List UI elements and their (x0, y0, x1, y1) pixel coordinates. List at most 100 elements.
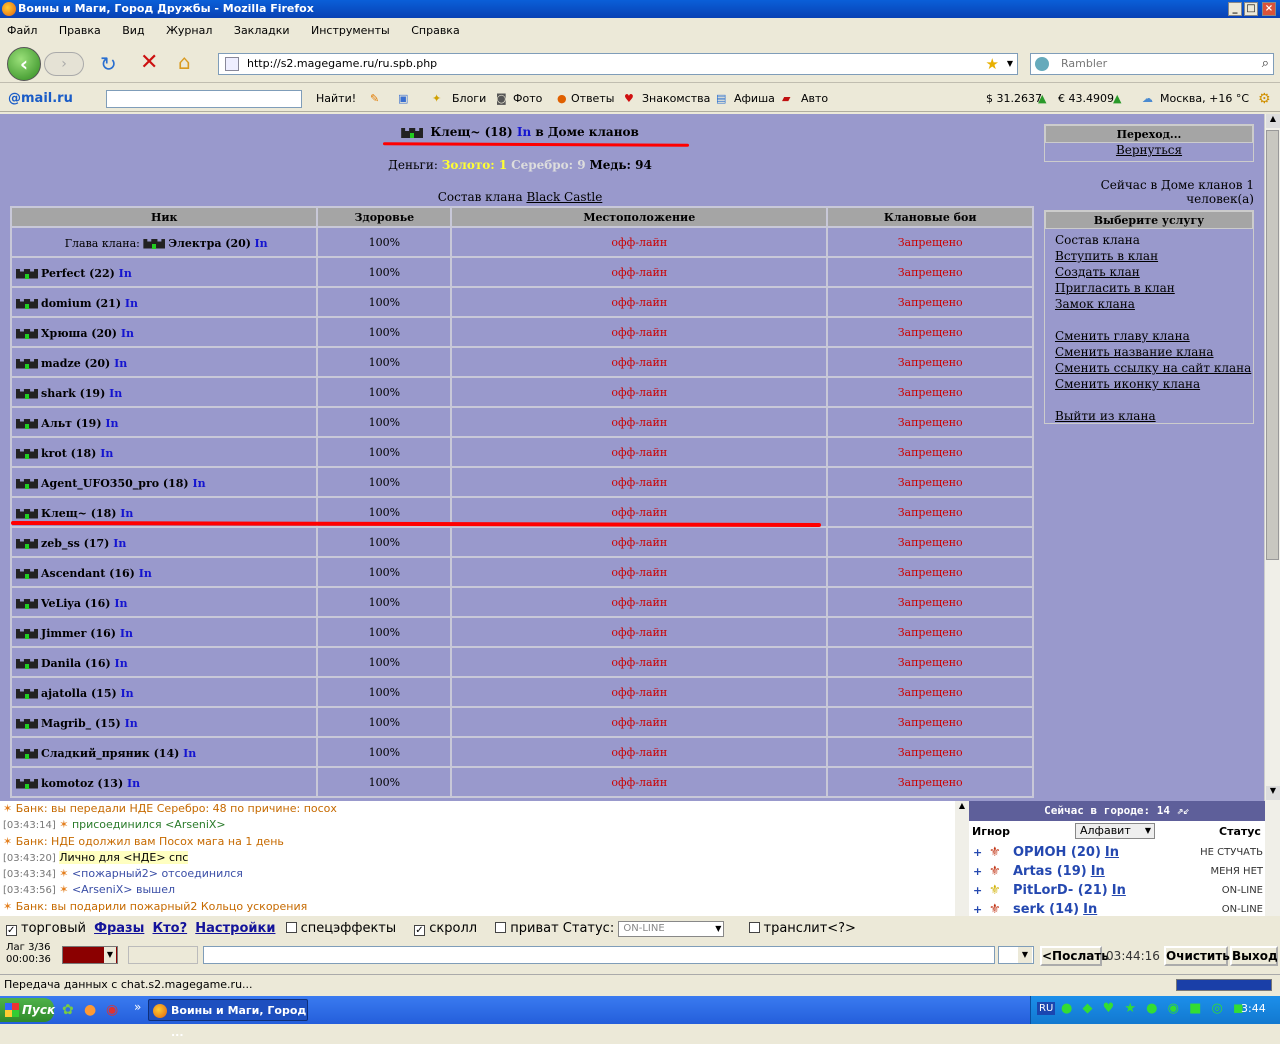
language-indicator[interactable]: RU (1037, 1002, 1056, 1015)
online-user-name[interactable]: PitLorD- (21) (1013, 883, 1108, 898)
chat-scroll-up-icon[interactable]: ▲ (955, 801, 969, 810)
back-link[interactable]: Вернуться (1045, 143, 1253, 157)
add-user-icon[interactable]: + (973, 843, 982, 862)
service-link[interactable]: Выйти из клана (1055, 408, 1253, 424)
menu-bookmarks[interactable]: Закладки (234, 24, 290, 37)
tray-icons[interactable]: ● ◆ ♥ ★ ● ◉ ■ ◎ ◼ (1061, 1001, 1247, 1016)
member-name[interactable]: Клещ~ (18) (41, 507, 116, 520)
member-info-link[interactable]: In (100, 447, 113, 460)
maximize-button[interactable]: □ (1244, 2, 1258, 16)
member-name[interactable]: madze (20) (41, 357, 110, 370)
scroll-thumb[interactable] (1266, 130, 1279, 560)
minimize-button[interactable]: _ (1228, 2, 1242, 16)
search-icon[interactable]: ⌕ (1262, 54, 1269, 74)
url-dropdown-icon[interactable]: ▼ (1007, 54, 1013, 74)
online-user-name[interactable]: serk (14) (1013, 902, 1079, 917)
link-dating[interactable]: Знакомства (642, 86, 710, 112)
quicklaunch-icon-1[interactable]: ✿ (62, 1002, 74, 1018)
chat-text[interactable]: Банк: вы подарили пожарный2 Кольцо ускор… (16, 900, 308, 913)
menu-tools[interactable]: Инструменты (311, 24, 390, 37)
add-user-icon[interactable]: + (973, 881, 982, 900)
close-button[interactable]: × (1262, 2, 1276, 16)
chat-text[interactable]: <ArseniX> вышел (72, 883, 175, 896)
member-name[interactable]: krot (18) (41, 447, 96, 460)
member-info-link[interactable]: In (114, 597, 127, 610)
exit-button[interactable]: Выход (1230, 946, 1278, 966)
mailru-search-input[interactable] (106, 90, 302, 108)
link-afisha[interactable]: Афиша (734, 86, 775, 112)
member-name[interactable]: VeLiya (16) (41, 597, 111, 610)
service-link[interactable]: Состав клана (1055, 232, 1253, 248)
add-user-icon[interactable]: + (973, 862, 982, 881)
phrases-link[interactable]: Фразы (94, 921, 144, 936)
service-link[interactable]: Замок клана (1055, 296, 1253, 312)
online-user-info-link[interactable]: In (1105, 845, 1119, 860)
online-user-info-link[interactable]: In (1091, 864, 1105, 879)
menu-help[interactable]: Справка (411, 24, 459, 37)
online-user-info-link[interactable]: In (1083, 902, 1097, 917)
eur-rate[interactable]: € 43.4909 (1058, 86, 1114, 112)
clear-button[interactable]: Очистить (1164, 946, 1230, 966)
page-scrollbar[interactable]: ▲ ▼ (1264, 114, 1280, 801)
member-name[interactable]: shark (19) (41, 387, 105, 400)
scroll-checkbox[interactable]: ✓ (414, 925, 426, 936)
who-link[interactable]: Кто? (153, 921, 188, 936)
member-name[interactable]: domium (21) (41, 297, 121, 310)
color-picker[interactable]: ▼ (62, 946, 118, 964)
clan-name-link[interactable]: Black Castle (526, 190, 602, 204)
member-name[interactable]: Magrib_ (15) (41, 717, 121, 730)
service-link[interactable]: Сменить название клана (1055, 344, 1253, 360)
search-field[interactable]: Rambler ⌕ (1030, 53, 1274, 75)
member-info-link[interactable]: In (192, 477, 205, 490)
quicklaunch-firefox-icon[interactable]: ● (84, 1002, 96, 1018)
member-name[interactable]: zeb_ss (17) (41, 537, 109, 550)
url-field[interactable]: http://s2.magegame.ru/ru.spb.php ★ ▼ (218, 53, 1018, 75)
member-name[interactable]: Agent_UFO350_pro (18) (41, 477, 189, 490)
member-info-link[interactable]: In (121, 327, 134, 340)
member-name[interactable]: Электра (20) (168, 237, 251, 250)
link-answers[interactable]: Ответы (571, 86, 614, 112)
member-info-link[interactable]: In (127, 777, 140, 790)
expand-icon[interactable]: ⇗⇙ (1177, 804, 1190, 817)
online-user-info-link[interactable]: In (1112, 883, 1126, 898)
member-name[interactable]: Jimmer (16) (41, 627, 116, 640)
member-info-link[interactable]: In (121, 687, 134, 700)
mailru-find-button[interactable]: Найти! (316, 86, 356, 112)
member-info-link[interactable]: In (119, 267, 132, 280)
member-info-link[interactable]: In (115, 657, 128, 670)
settings-link[interactable]: Настройки (195, 921, 275, 936)
notepad-icon[interactable]: ▣ (398, 86, 408, 112)
send-button[interactable]: <Послать (1040, 946, 1109, 966)
menu-edit[interactable]: Правка (59, 24, 101, 37)
scroll-up-icon[interactable]: ▲ (1266, 114, 1280, 128)
trade-checkbox[interactable]: ✓ (6, 925, 17, 936)
taskbar-firefox-window[interactable]: Воины и Маги, Город ... (148, 999, 308, 1039)
quicklaunch-icon-3[interactable]: ◉ (106, 1002, 118, 1018)
chat-text[interactable]: Банк: вы передали НДЕ Серебро: 48 по при… (16, 802, 337, 815)
private-checkbox[interactable] (495, 922, 507, 933)
chat-text[interactable]: <пожарный2> отсоединился (72, 867, 243, 880)
online-scrollbar[interactable] (1265, 801, 1280, 916)
chat-scrollbar[interactable]: ▲ (955, 801, 969, 916)
home-icon[interactable]: ⌂ (178, 50, 191, 74)
link-blogs[interactable]: Блоги (452, 86, 486, 112)
member-name[interactable]: Хрюша (20) (41, 327, 117, 340)
service-link[interactable]: Пригласить в клан (1055, 280, 1253, 296)
recipient-box[interactable] (128, 946, 198, 964)
service-link[interactable]: Сменить главу клана (1055, 328, 1253, 344)
member-info-link[interactable]: In (105, 417, 118, 430)
add-user-icon[interactable]: + (973, 900, 982, 919)
member-info-link[interactable]: In (113, 537, 126, 550)
member-info-link[interactable]: In (114, 357, 127, 370)
search-engine-icon[interactable] (1035, 57, 1049, 71)
member-info-link[interactable]: In (255, 237, 268, 250)
member-name[interactable]: Perfect (22) (41, 267, 115, 280)
link-photo[interactable]: Фото (513, 86, 542, 112)
member-name[interactable]: Ascendant (16) (41, 567, 135, 580)
chat-message-input[interactable] (203, 946, 995, 964)
pencil-icon[interactable]: ✎ (370, 86, 379, 112)
service-link[interactable]: Вступить в клан (1055, 248, 1253, 264)
chat-text[interactable]: Банк: НДЕ одолжил вам Посох мага на 1 де… (16, 835, 284, 848)
sort-select[interactable]: Алфавит ▼ (1075, 823, 1155, 839)
weather-text[interactable]: Москва, +16 °C (1160, 86, 1249, 112)
